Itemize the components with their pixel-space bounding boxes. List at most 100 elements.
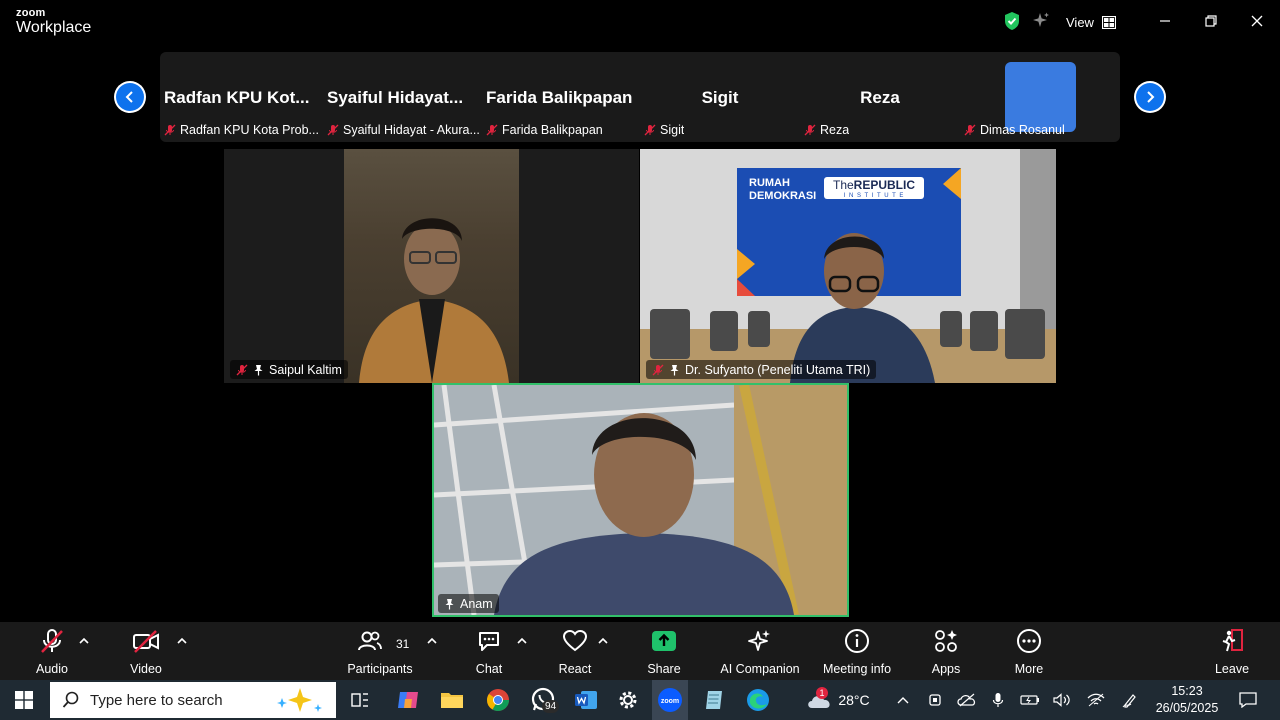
zoom-taskbar-button-active[interactable]: zoom: [652, 680, 688, 720]
clock[interactable]: 15:23 26/05/2025: [1150, 683, 1224, 717]
copilot-icon: [398, 692, 418, 708]
chat-options-chevron-up-icon[interactable]: [516, 636, 528, 646]
gear-icon: [619, 691, 637, 709]
react-button[interactable]: React: [554, 628, 596, 676]
participant-tile[interactable]: Radfan KPU Kot... Radfan KPU Kota Prob..…: [160, 52, 320, 142]
participant-name-tag: Dimas Rosanul: [964, 120, 1065, 140]
file-explorer-button[interactable]: [434, 680, 470, 720]
participant-strip: Radfan KPU Kot... Radfan KPU Kota Prob..…: [160, 52, 1120, 142]
close-button[interactable]: [1245, 10, 1269, 32]
participant-name-tag: Farida Balikpapan: [486, 120, 603, 140]
pin-icon: [254, 364, 263, 375]
more-button[interactable]: More: [1008, 628, 1050, 676]
participant-name-tag: Radfan KPU Kota Prob...: [164, 120, 319, 140]
chat-icon: [479, 632, 499, 651]
heart-icon: [562, 629, 588, 652]
zoom-workplace-logo: zoom Workplace: [16, 8, 91, 36]
view-button[interactable]: View: [1066, 12, 1116, 32]
restore-button[interactable]: [1199, 10, 1223, 32]
participant-tile[interactable]: Dimas Rosanul: [960, 52, 1120, 142]
minimize-icon: [1160, 20, 1170, 22]
apps-button[interactable]: Apps: [925, 628, 967, 676]
video-tile-saipul[interactable]: Saipul Kaltim: [224, 149, 639, 383]
meet-now-icon: [929, 694, 941, 706]
react-options-chevron-up-icon[interactable]: [597, 636, 609, 646]
edge-button[interactable]: [740, 680, 776, 720]
banner-rumah-demokrasi: RUMAH DEMOKRASI: [749, 177, 817, 202]
show-hidden-icons-button[interactable]: [893, 680, 913, 720]
temperature-label: 28°C: [838, 692, 870, 708]
battery-tray-button[interactable]: [1019, 680, 1041, 720]
mic-muted-icon: [804, 124, 816, 136]
notepad-button[interactable]: [696, 680, 732, 720]
chat-button[interactable]: Chat: [468, 628, 510, 676]
grid-view-icon: [1101, 15, 1116, 29]
participant-name-tag: Reza: [804, 120, 849, 140]
video-button[interactable]: Video: [124, 628, 168, 676]
video-options-chevron-up-icon[interactable]: [176, 636, 188, 646]
chevron-left-icon: [125, 91, 133, 103]
audio-button[interactable]: Audio: [30, 628, 74, 676]
meeting-info-button[interactable]: Meeting info: [818, 628, 896, 676]
participant-tile[interactable]: Reza Reza: [800, 52, 960, 142]
mic-muted-icon: [486, 124, 498, 136]
audio-options-chevron-up-icon[interactable]: [78, 636, 90, 646]
previous-page-button[interactable]: [114, 81, 146, 113]
apps-icon: [935, 630, 957, 652]
leave-button[interactable]: Leave: [1212, 628, 1252, 676]
mic-muted-icon: [644, 124, 656, 136]
participants-button[interactable]: Participants: [345, 628, 415, 676]
participants-count: 31: [396, 637, 410, 651]
whatsapp-unread-badge: 94: [542, 700, 560, 713]
speaker-icon: [1053, 693, 1070, 707]
logo-top: zoom: [16, 7, 46, 19]
volume-tray-button[interactable]: [1051, 680, 1073, 720]
more-icon: [1017, 629, 1041, 653]
onedrive-tray-button[interactable]: [955, 680, 979, 720]
windows-logo-icon: [15, 691, 33, 709]
search-icon: [62, 691, 79, 708]
task-view-button[interactable]: [342, 680, 378, 720]
chevron-right-icon: [1147, 91, 1155, 103]
minimize-button[interactable]: [1153, 10, 1177, 32]
whatsapp-button[interactable]: 94: [524, 680, 564, 720]
tray-app-icon[interactable]: [925, 680, 945, 720]
participant-tile[interactable]: Farida Balikpapan Farida Balikpapan: [482, 52, 642, 142]
microphone-icon: [992, 693, 1004, 707]
participant-tile[interactable]: Sigit Sigit: [640, 52, 800, 142]
clock-time: 15:23: [1171, 684, 1203, 698]
meeting-toolbar: Audio Video Participants 31 Chat React S…: [0, 622, 1280, 680]
chrome-button[interactable]: [480, 680, 516, 720]
security-shield-icon[interactable]: [1003, 11, 1021, 31]
share-button[interactable]: Share: [643, 628, 685, 676]
video-tile-sufyanto[interactable]: RUMAH DEMOKRASI TheREPUBLIC I N S T I T …: [640, 149, 1056, 383]
copilot-app-button[interactable]: [390, 680, 426, 720]
participant-name-tag: Sigit: [644, 120, 684, 140]
windows-taskbar: Type here to search 94 zoom 1 28°C 15:23…: [0, 680, 1280, 720]
mic-muted-icon: [964, 124, 976, 136]
notification-center-button[interactable]: [1234, 680, 1262, 720]
wifi-tray-button[interactable]: [1085, 680, 1107, 720]
next-page-button[interactable]: [1134, 81, 1166, 113]
weather-widget[interactable]: 1: [800, 680, 840, 720]
chevron-up-icon: [897, 697, 909, 704]
pen-tray-button[interactable]: [1119, 680, 1141, 720]
ai-companion-button[interactable]: AI Companion: [718, 628, 802, 676]
participants-options-chevron-up-icon[interactable]: [426, 636, 438, 646]
settings-button[interactable]: [610, 680, 646, 720]
logo-bottom: Workplace: [16, 19, 92, 36]
view-label: View: [1066, 14, 1094, 30]
video-tile-anam-active-speaker[interactable]: Anam: [432, 383, 849, 617]
participant-tile[interactable]: Syaiful Hidayat... Syaiful Hidayat - Aku…: [323, 52, 483, 142]
edge-icon: [747, 689, 769, 711]
word-button[interactable]: [568, 680, 604, 720]
participant-name-tag: Dr. Sufyanto (Peneliti Utama TRI): [646, 360, 877, 379]
microphone-tray-button[interactable]: [988, 680, 1008, 720]
participant-big-name: Sigit: [701, 88, 739, 107]
ai-sparkle-icon[interactable]: [1031, 11, 1051, 31]
start-button[interactable]: [4, 680, 44, 720]
taskbar-search-box[interactable]: Type here to search: [50, 682, 336, 718]
onedrive-cloud-icon: [957, 693, 976, 707]
close-icon: [1251, 15, 1263, 27]
clock-date: 26/05/2025: [1155, 701, 1219, 715]
